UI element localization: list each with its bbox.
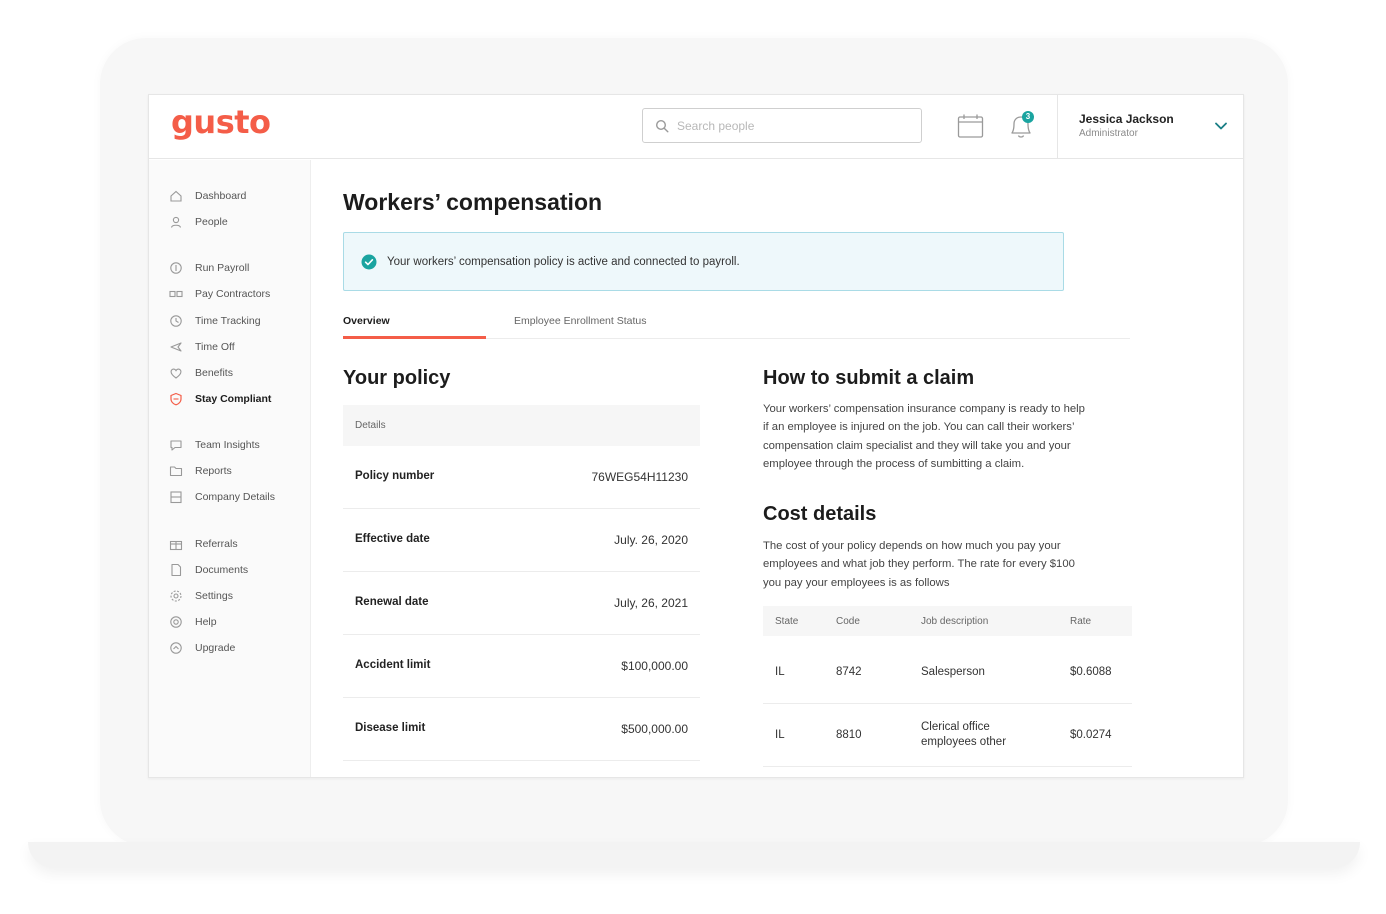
laptop-base (28, 842, 1360, 868)
contractors-icon (169, 290, 183, 298)
status-alert: Your workers’ compensation policy is act… (343, 232, 1064, 291)
details-header: Details (343, 405, 700, 446)
policy-row-effective-date: Effective date July. 26, 2020 (343, 509, 700, 572)
tab-bar: Overview Employee Enrollment Status (343, 309, 1130, 339)
clock-icon (170, 315, 182, 327)
sidebar-item-reports[interactable]: Reports (169, 462, 232, 480)
sidebar-item-time-tracking[interactable]: Time Tracking (169, 312, 261, 330)
table-row: IL 8810 Clerical office employees other … (763, 704, 1132, 767)
cost-details-heading: Cost details (763, 503, 877, 525)
sidebar-item-documents[interactable]: Documents (169, 561, 248, 579)
sidebar-item-dashboard[interactable]: Dashboard (169, 187, 246, 205)
sidebar-item-run-payroll[interactable]: Run Payroll (169, 259, 249, 277)
claim-heading: How to submit a claim (763, 367, 975, 389)
cost-description: The cost of your policy depends on how m… (763, 540, 1075, 589)
shield-icon (170, 392, 182, 406)
page-title: Workers’ compensation (343, 189, 603, 215)
sidebar-item-team-insights[interactable]: Team Insights (169, 436, 260, 454)
user-name: Jessica Jackson (1079, 112, 1174, 126)
policy-row-renewal-date: Renewal date July, 26, 2021 (343, 572, 700, 635)
top-bar: gusto 3 Jessica Jackson Administrator (149, 95, 1243, 159)
sidebar-item-benefits[interactable]: Benefits (169, 364, 233, 382)
plane-icon (170, 342, 182, 352)
folder-icon (169, 466, 183, 477)
heart-icon (170, 368, 182, 379)
policy-row-policy-number: Policy number 76WEG54H11230 (343, 446, 700, 509)
alert-message: Your workers’ compensation policy is act… (387, 255, 740, 268)
check-circle-icon (361, 254, 377, 269)
gear-icon (170, 590, 182, 602)
sidebar-item-settings[interactable]: Settings (169, 587, 233, 605)
gift-icon (169, 540, 183, 551)
user-menu[interactable]: Jessica Jackson Administrator (1057, 95, 1243, 159)
policy-row-accident-limit: Accident limit $100,000.00 (343, 635, 700, 698)
sidebar-item-help[interactable]: Help (169, 613, 217, 631)
search-input[interactable] (677, 118, 897, 133)
tab-overview[interactable]: Overview (343, 315, 390, 327)
sidebar: Dashboard People Run Payroll Pay Contrac… (149, 160, 311, 777)
home-icon (170, 190, 182, 202)
sidebar-item-upgrade[interactable]: Upgrade (169, 639, 235, 657)
notification-badge: 3 (1022, 111, 1034, 123)
cost-table-header: State Code Job description Rate (763, 606, 1132, 636)
payroll-icon (170, 262, 182, 274)
table-row: IL 8742 Salesperson $0.6088 (763, 641, 1132, 704)
search-box[interactable] (642, 108, 922, 143)
calendar-icon[interactable] (957, 113, 984, 139)
policy-row-disease-limit: Disease limit $500,000.00 (343, 698, 700, 761)
claim-description: Your workers’ compensation insurance com… (763, 403, 1085, 471)
chat-icon (170, 440, 182, 451)
sidebar-item-stay-compliant[interactable]: Stay Compliant (169, 390, 271, 408)
search-icon (655, 119, 669, 133)
user-role: Administrator (1079, 128, 1138, 139)
your-policy-heading: Your policy (343, 367, 451, 389)
help-icon (170, 616, 182, 628)
active-tab-indicator (343, 336, 486, 339)
sidebar-item-pay-contractors[interactable]: Pay Contractors (169, 285, 270, 303)
sidebar-item-company-details[interactable]: Company Details (169, 488, 275, 506)
sidebar-item-referrals[interactable]: Referrals (169, 535, 238, 553)
person-icon (170, 216, 182, 228)
document-icon (171, 563, 182, 577)
building-icon (170, 491, 182, 504)
tab-employee-enrollment-status[interactable]: Employee Enrollment Status (514, 315, 646, 327)
chevron-down-icon[interactable] (1214, 121, 1228, 131)
upgrade-icon (170, 642, 182, 654)
sidebar-item-time-off[interactable]: Time Off (169, 338, 235, 356)
app-window: gusto 3 Jessica Jackson Administrator (148, 94, 1244, 778)
sidebar-item-people[interactable]: People (169, 213, 228, 231)
gusto-logo[interactable]: gusto (171, 103, 271, 141)
